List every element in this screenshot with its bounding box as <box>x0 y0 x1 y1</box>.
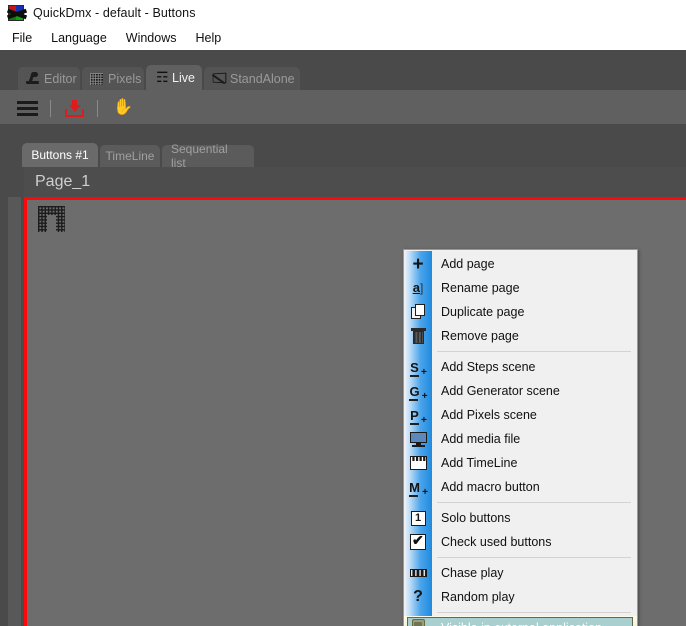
menu-item-add-steps-scene[interactable]: S Add Steps scene <box>404 355 637 379</box>
menu-item-help[interactable]: Help <box>192 29 231 47</box>
letter-p-plus-icon: P <box>404 403 432 427</box>
hand-icon[interactable]: ✋ <box>108 96 134 120</box>
menu-item-add-timeline[interactable]: Add TimeLine <box>404 451 637 475</box>
question-mark-icon: ? <box>413 588 423 605</box>
letter-g-plus-icon: G <box>404 379 432 403</box>
pixels-grid-icon <box>89 71 104 86</box>
menu-item-visible-in-external-application-label: Visible in external application <box>441 621 602 626</box>
menu-item-chase-play-label: Chase play <box>441 566 504 580</box>
trash-icon <box>404 324 432 348</box>
menu-item-duplicate-page[interactable]: Duplicate page <box>404 300 637 324</box>
tab-editor[interactable]: Editor <box>18 67 80 90</box>
left-gutter-outer <box>0 197 8 626</box>
chase-bar-icon <box>404 561 432 585</box>
sub-tab-bar: Buttons #1 TimeLine Sequential list <box>0 142 686 170</box>
menu-item-chase-play[interactable]: Chase play <box>404 561 637 585</box>
live-figure-icon: ☶ <box>156 69 169 85</box>
tab-live[interactable]: ☶ Live <box>146 65 202 90</box>
rename-a-icon: a <box>404 276 432 300</box>
menu-item-solo-buttons-label: Solo buttons <box>441 511 511 525</box>
menu-item-rename-page[interactable]: a Rename page <box>404 276 637 300</box>
subtab-timeline[interactable]: TimeLine <box>100 145 160 167</box>
window-title: QuickDmx - default - Buttons <box>33 6 196 20</box>
quickdmx-app-icon <box>6 5 28 21</box>
menu-item-remove-page[interactable]: Remove page <box>404 324 637 348</box>
menu-separator <box>404 348 637 355</box>
app-body: Editor Pixels ☶ Live StandAlone ✋ Button… <box>0 50 686 626</box>
menu-item-add-timeline-label: Add TimeLine <box>441 456 518 470</box>
subtab-buttons-1[interactable]: Buttons #1 <box>22 143 98 167</box>
menu-item-add-generator-scene[interactable]: G Add Generator scene <box>404 379 637 403</box>
page-title: Page_1 <box>35 173 91 190</box>
menu-separator <box>404 554 637 561</box>
menu-item-file[interactable]: File <box>8 29 41 47</box>
subtab-timeline-label: TimeLine <box>105 149 155 163</box>
monitor-icon <box>404 427 432 451</box>
menu-item-solo-buttons[interactable]: 1 Solo buttons <box>404 506 637 530</box>
toolbar-divider <box>97 99 98 117</box>
page-title-bar[interactable]: Page_1 <box>24 167 686 197</box>
title-bar: QuickDmx - default - Buttons <box>0 0 686 26</box>
tab-pixels-label: Pixels <box>108 71 142 86</box>
letter-m-plus-icon: M <box>404 475 432 499</box>
menu-bar: File Language Windows Help <box>0 27 686 49</box>
filmstrip-icon <box>404 451 432 475</box>
menu-item-rename-page-label: Rename page <box>441 281 520 295</box>
tab-standalone-label: StandAlone <box>230 71 295 86</box>
letter-s-plus-icon: S <box>404 355 432 379</box>
menu-item-windows[interactable]: Windows <box>122 29 186 47</box>
plus-icon: + <box>412 253 424 275</box>
menu-item-random-play-label: Random play <box>441 590 515 604</box>
menu-item-add-page[interactable]: + Add page <box>404 252 637 276</box>
live-toolbar: ✋ <box>0 92 686 124</box>
tab-editor-label: Editor <box>44 71 77 86</box>
subtab-sequential-list[interactable]: Sequential list <box>162 142 254 170</box>
main-tab-bar: Editor Pixels ☶ Live StandAlone <box>0 65 686 90</box>
menu-item-language[interactable]: Language <box>47 29 116 47</box>
menu-separator <box>404 609 637 616</box>
menu-item-remove-page-label: Remove page <box>441 329 519 343</box>
menu-item-add-pixels-scene-label: Add Pixels scene <box>441 408 537 422</box>
tab-pixels[interactable]: Pixels <box>82 67 144 90</box>
menu-item-check-used-buttons[interactable]: Check used buttons <box>404 530 637 554</box>
tab-live-label: Live <box>172 70 195 85</box>
hamburger-icon[interactable] <box>14 96 40 120</box>
menu-item-add-macro-button-label: Add macro button <box>441 480 540 494</box>
checkbox-checked-icon <box>404 530 432 554</box>
number-one-box-icon: 1 <box>404 506 432 530</box>
menu-item-add-steps-scene-label: Add Steps scene <box>441 360 536 374</box>
editor-icon <box>25 71 40 86</box>
subtab-buttons-1-label: Buttons #1 <box>31 148 89 162</box>
standalone-icon <box>211 71 227 86</box>
subtab-sequential-list-label: Sequential list <box>171 142 228 170</box>
application-window: QuickDmx - default - Buttons File Langua… <box>0 0 686 626</box>
menu-item-add-pixels-scene[interactable]: P Add Pixels scene <box>404 403 637 427</box>
menu-item-add-media-file-label: Add media file <box>441 432 521 446</box>
menu-item-add-page-label: Add page <box>441 257 495 271</box>
menu-item-add-macro-button[interactable]: M Add macro button <box>404 475 637 499</box>
button-placeholder-marker[interactable] <box>38 206 65 232</box>
menu-item-random-play[interactable]: ? Random play <box>404 585 637 609</box>
external-device-icon <box>404 616 432 626</box>
duplicate-pages-icon <box>404 300 432 324</box>
menu-item-check-used-buttons-label: Check used buttons <box>441 535 552 549</box>
menu-separator <box>404 499 637 506</box>
menu-item-duplicate-page-label: Duplicate page <box>441 305 525 319</box>
toolbar-divider <box>50 99 51 117</box>
menu-item-add-media-file[interactable]: Add media file <box>404 427 637 451</box>
menu-item-add-generator-scene-label: Add Generator scene <box>441 384 560 398</box>
tab-standalone[interactable]: StandAlone <box>204 67 300 90</box>
import-arrow-icon[interactable] <box>61 96 87 120</box>
page-context-menu[interactable]: + Add page a Rename page Duplicate page … <box>403 249 638 626</box>
left-gutter-inner <box>8 197 21 626</box>
menu-item-visible-in-external-application[interactable]: Visible in external application <box>404 616 637 626</box>
